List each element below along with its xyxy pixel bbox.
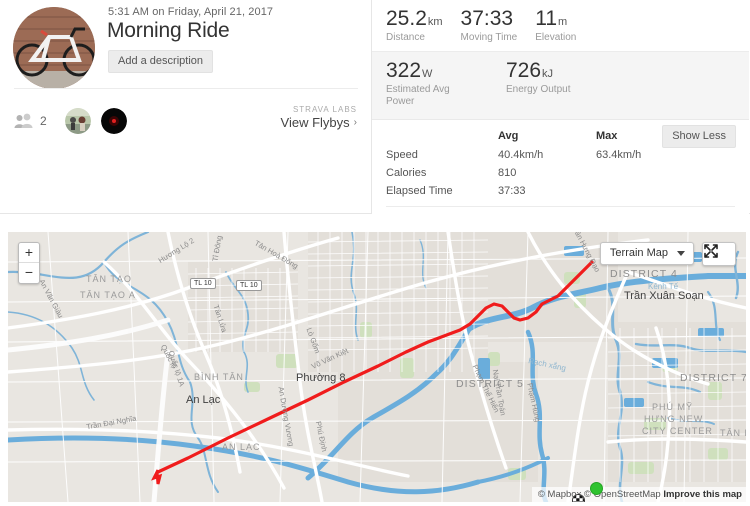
add-description-button[interactable]: Add a description	[108, 50, 213, 73]
detail-stats-table: Show Less Avg Max Speed 40.4km/h 63.4km/…	[372, 120, 749, 200]
view-flybys-link[interactable]: STRAVA LABS View Flybys ›	[281, 105, 357, 130]
route-polyline	[151, 260, 594, 485]
table-row: Speed 40.4km/h 63.4km/h	[386, 146, 686, 164]
activity-summary-pane: 5:31 AM on Friday, April 21, 2017 Mornin…	[0, 0, 372, 214]
chevron-down-icon	[677, 250, 685, 256]
fullscreen-button[interactable]	[702, 242, 736, 266]
route-shield: TL 10	[190, 278, 216, 289]
zoom-in-button[interactable]: +	[19, 243, 39, 263]
stat-avg-power: 322W Estimated Avg Power	[386, 58, 458, 109]
stat-distance-value: 25.2	[386, 7, 427, 30]
kudos-people-icon	[14, 113, 33, 128]
avatar[interactable]	[13, 7, 95, 89]
stat-moving-time-value: 37:33	[460, 7, 514, 30]
map-zoom-controls[interactable]: + −	[18, 242, 40, 284]
table-row: Calories 810	[386, 164, 686, 182]
stat-elevation-label: Elevation	[535, 32, 577, 44]
page-title: Morning Ride	[107, 19, 230, 42]
checkered-flag-icon	[573, 495, 584, 502]
map-section: TÂN TẠO TÂN TẠO A Hương Lộ 2 Tỉ Đông Tân Hoà…	[0, 214, 750, 506]
route-map[interactable]: TÂN TẠO TÂN TẠO A Hương Lộ 2 Tỉ Đông Tân Hoà…	[8, 232, 746, 502]
stat-avg-power-unit: W	[422, 67, 433, 80]
stat-distance-label: Distance	[386, 32, 425, 44]
stat-elevation-value: 11	[535, 7, 558, 30]
row-speed-name: Speed	[386, 148, 418, 161]
kudos-count: 2	[40, 114, 47, 128]
route-finish-marker[interactable]	[572, 494, 585, 502]
row-speed-avg: 40.4km/h	[498, 148, 544, 161]
zoom-out-button[interactable]: −	[19, 263, 39, 283]
stat-avg-power-label: Estimated Avg Power	[386, 83, 450, 108]
stat-distance: 25.2km Distance	[386, 7, 443, 45]
stat-avg-power-value: 322	[386, 58, 422, 82]
improve-map-link[interactable]: Improve this map	[663, 489, 742, 500]
col-header-name	[386, 126, 498, 146]
col-header-avg: Avg	[498, 129, 519, 142]
kudos-avatar-2[interactable]	[100, 108, 127, 134]
kudos-avatar-1[interactable]	[64, 108, 91, 134]
stat-elevation: 11m Elevation	[535, 7, 577, 45]
table-header-row: Avg Max	[386, 126, 686, 146]
map-type-label: Terrain Map	[609, 247, 668, 259]
activity-date: 5:31 AM on Friday, April 21, 2017	[108, 6, 274, 18]
stat-energy-output-label: Energy Output	[506, 83, 571, 95]
dark-photo	[100, 108, 127, 134]
row-elapsed-time-avg: 37:33	[498, 184, 526, 197]
activity-stats-pane: 25.2km Distance 37:33 Moving Time 11m El…	[372, 0, 749, 226]
route-start-marker[interactable]	[590, 482, 603, 495]
primary-stats: 25.2km Distance 37:33 Moving Time 11m El…	[372, 0, 749, 52]
flybys-label: View Flybys	[280, 115, 350, 130]
row-elapsed-time-name: Elapsed Time	[386, 184, 453, 197]
row-speed-max: 63.4km/h	[596, 148, 642, 161]
table-row: Elapsed Time 37:33	[386, 182, 686, 200]
divider	[14, 88, 358, 89]
stat-energy-output-value: 726	[506, 58, 542, 82]
show-less-button[interactable]: Show Less	[662, 124, 736, 148]
row-elapsed-time-max	[596, 182, 686, 200]
row-calories-max	[596, 164, 686, 182]
bike-photo	[13, 7, 95, 89]
row-calories-avg: 810	[498, 166, 517, 179]
social-row: 2	[14, 108, 127, 134]
stat-moving-time: 37:33 Moving Time	[460, 7, 518, 45]
map-type-selector[interactable]: Terrain Map	[599, 242, 694, 265]
map-attribution: © Mapbox © OpenStreetMap Improve this ma…	[531, 487, 746, 502]
flybys-eyebrow: STRAVA LABS	[292, 105, 357, 114]
stat-energy-output: 726kJ Energy Output	[506, 58, 571, 109]
cyclists-photo	[64, 108, 91, 134]
row-calories-name: Calories	[386, 166, 427, 179]
chevron-right-icon: ›	[353, 117, 357, 128]
fullscreen-icon	[704, 244, 718, 258]
stat-moving-time-label: Moving Time	[460, 32, 518, 44]
stat-distance-unit: km	[427, 16, 443, 28]
stat-elevation-unit: m	[558, 16, 568, 28]
activity-header: 5:31 AM on Friday, April 21, 2017 Mornin…	[0, 0, 750, 226]
route-shield: TL 10	[236, 280, 262, 291]
stat-energy-output-unit: kJ	[542, 67, 554, 80]
secondary-stats: 322W Estimated Avg Power 726kJ Energy Ou…	[372, 51, 749, 120]
